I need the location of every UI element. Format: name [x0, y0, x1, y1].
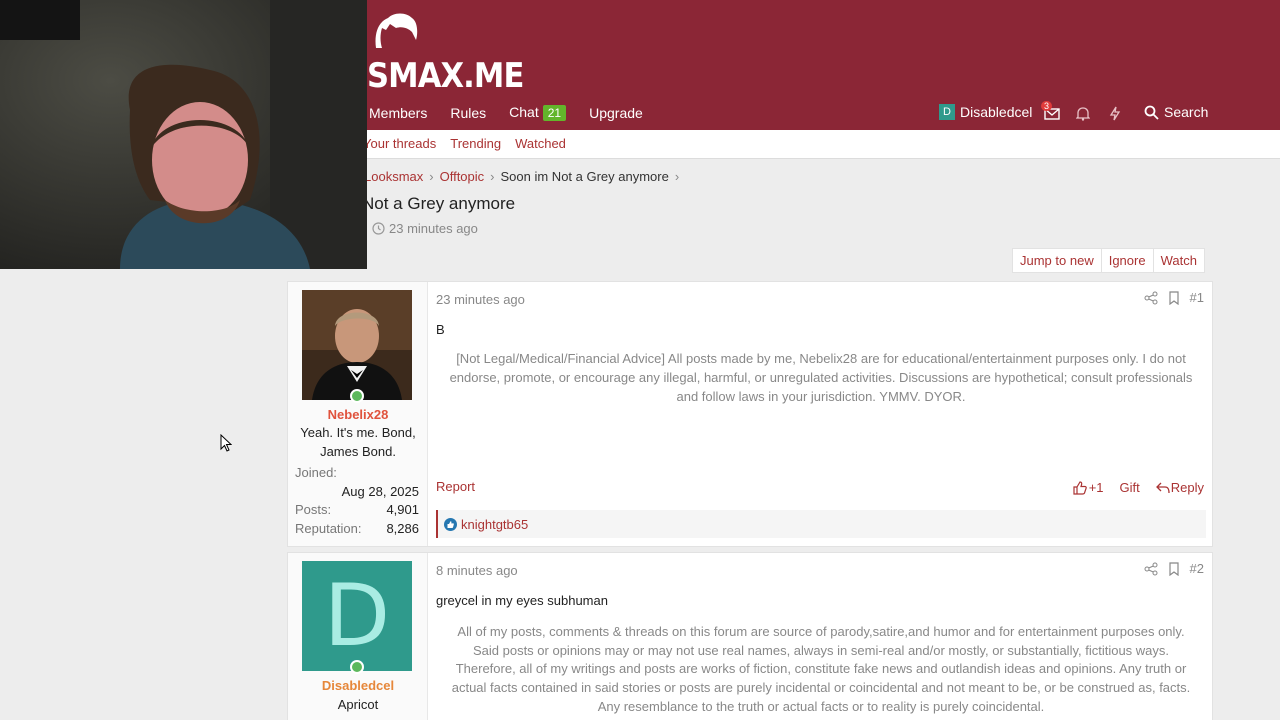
- post-body: greycel in my eyes subhuman: [436, 593, 608, 608]
- breadcrumb-category[interactable]: Offtopic: [440, 169, 485, 184]
- thread-time: 23 minutes ago: [389, 221, 478, 236]
- account-link[interactable]: D Disabledcel: [939, 104, 1032, 120]
- avatar[interactable]: D: [302, 561, 412, 671]
- thread-actions: Jump to new Ignore Watch: [1012, 248, 1205, 273]
- like-reaction-icon: [444, 517, 457, 531]
- signature-line-5: Any resemblance to the truth or actual f…: [597, 699, 1045, 714]
- bell-icon[interactable]: [1074, 104, 1092, 122]
- share-icon[interactable]: [1144, 562, 1158, 576]
- signature-line-2: Said posts or opinions may or may not us…: [472, 643, 1170, 658]
- search-button[interactable]: Search: [1144, 104, 1208, 120]
- thumbs-up-icon: [1073, 480, 1087, 495]
- breadcrumb-separator-icon: ›: [490, 169, 495, 184]
- watch-button[interactable]: Watch: [1152, 248, 1205, 273]
- signature-line-2: endorse, promote, or encourage any illeg…: [449, 370, 1193, 385]
- joined-stat: Joined:: [295, 465, 419, 480]
- post-1: Nebelix28 Yeah. It's me. Bond, James Bon…: [287, 281, 1213, 547]
- online-status-icon: [350, 389, 364, 403]
- signature-line-1: [Not Legal/Medical/Financial Advice] All…: [456, 351, 1186, 366]
- reputation-label: Reputation:: [295, 521, 362, 536]
- chat-count-badge: 21: [542, 105, 567, 121]
- ignore-button[interactable]: Ignore: [1100, 248, 1154, 273]
- reply-button[interactable]: Reply: [1155, 480, 1204, 495]
- post-date[interactable]: 8 minutes ago: [436, 563, 518, 578]
- post-number[interactable]: #1: [1190, 290, 1204, 305]
- reactions-bar[interactable]: knightgtb65: [436, 510, 1206, 538]
- signature-line-4: actual facts contained in said stories o…: [451, 680, 1191, 695]
- thread-meta: 23 minutes ago: [372, 221, 478, 236]
- reacted-by-user[interactable]: knightgtb65: [461, 517, 528, 532]
- online-status-icon: [350, 660, 364, 674]
- user-title-line-2: James Bond.: [320, 444, 396, 459]
- clock-icon: [372, 222, 385, 235]
- post-date[interactable]: 23 minutes ago: [436, 292, 525, 307]
- logo-icon[interactable]: [372, 10, 420, 50]
- user-title-line-1: Yeah. It's me. Bond,: [300, 425, 416, 440]
- nav-members[interactable]: Members: [369, 105, 427, 121]
- joined-date: Aug 28, 2025: [341, 484, 419, 499]
- share-icon[interactable]: [1144, 291, 1158, 305]
- post-2: D Disabledcel Apricot 8 minutes ago #2 g…: [287, 552, 1213, 720]
- main-nav: Members Rules Chat 21 Upgrade: [369, 104, 643, 121]
- breadcrumb-thread[interactable]: Soon im Not a Grey anymore: [501, 169, 669, 184]
- post-author[interactable]: Disabledcel: [288, 678, 428, 693]
- bolt-icon[interactable]: [1106, 104, 1124, 122]
- webcam-feed-image: [0, 0, 367, 269]
- jump-to-new-button[interactable]: Jump to new: [1012, 248, 1102, 273]
- reply-label: Reply: [1170, 480, 1204, 495]
- breadcrumb: Looksmax › Offtopic › Soon im Not a Grey…: [364, 169, 679, 184]
- joined-label: Joined:: [295, 465, 337, 480]
- reputation-stat: Reputation: 8,286: [295, 521, 419, 536]
- breadcrumb-forum[interactable]: Looksmax: [364, 169, 423, 184]
- report-link[interactable]: Report: [436, 479, 475, 494]
- posts-stat: Posts: 4,901: [295, 502, 419, 517]
- subnav-watched[interactable]: Watched: [515, 136, 566, 151]
- signature-line-3: and follow laws in your jurisdiction. YM…: [676, 389, 966, 404]
- post-author[interactable]: Nebelix28: [288, 407, 428, 422]
- post-tools: #1: [1144, 290, 1204, 305]
- user-title-line-1: Apricot: [337, 697, 379, 712]
- signature-line-3: Therefore, all of my writings and posts …: [455, 661, 1187, 676]
- gift-button[interactable]: Gift: [1120, 480, 1140, 495]
- nav-chat-label: Chat: [509, 104, 539, 120]
- post-tools: #2: [1144, 561, 1204, 576]
- search-icon: [1144, 105, 1159, 120]
- like-count: +1: [1088, 480, 1104, 495]
- site-logo[interactable]: SMAX.ME: [367, 56, 524, 96]
- username: Disabledcel: [960, 104, 1033, 120]
- search-label: Search: [1164, 104, 1209, 120]
- like-button[interactable]: +1: [1073, 480, 1104, 495]
- posts-count: 4,901: [386, 502, 419, 517]
- posts-label: Posts:: [295, 502, 332, 517]
- inbox-badge: 3: [1041, 101, 1053, 111]
- subnav-your-threads[interactable]: Your threads: [363, 136, 436, 151]
- nav-chat[interactable]: Chat 21: [509, 104, 567, 121]
- bookmark-icon[interactable]: [1168, 561, 1180, 576]
- user-avatar: D: [939, 104, 955, 120]
- post-body: B: [436, 322, 445, 337]
- avatar[interactable]: [302, 290, 412, 400]
- post-actions: +1 Gift Reply: [1073, 480, 1204, 495]
- subnav-trending[interactable]: Trending: [450, 136, 501, 151]
- nav-upgrade[interactable]: Upgrade: [589, 105, 643, 121]
- reputation-count: 8,286: [386, 521, 419, 536]
- reply-icon: [1155, 482, 1170, 493]
- thread-title: Not a Grey anymore: [362, 194, 516, 213]
- signature-line-1: All of my posts, comments & threads on t…: [457, 624, 1185, 639]
- breadcrumb-separator-icon: ›: [429, 169, 434, 184]
- webcam-overlay: [0, 0, 367, 269]
- nav-rules[interactable]: Rules: [450, 105, 486, 121]
- breadcrumb-separator-icon: ›: [674, 169, 680, 184]
- mouse-cursor-icon: [220, 434, 232, 452]
- post-number[interactable]: #2: [1190, 561, 1204, 576]
- joined-date-row: Aug 28, 2025: [295, 484, 419, 499]
- bookmark-icon[interactable]: [1168, 290, 1180, 305]
